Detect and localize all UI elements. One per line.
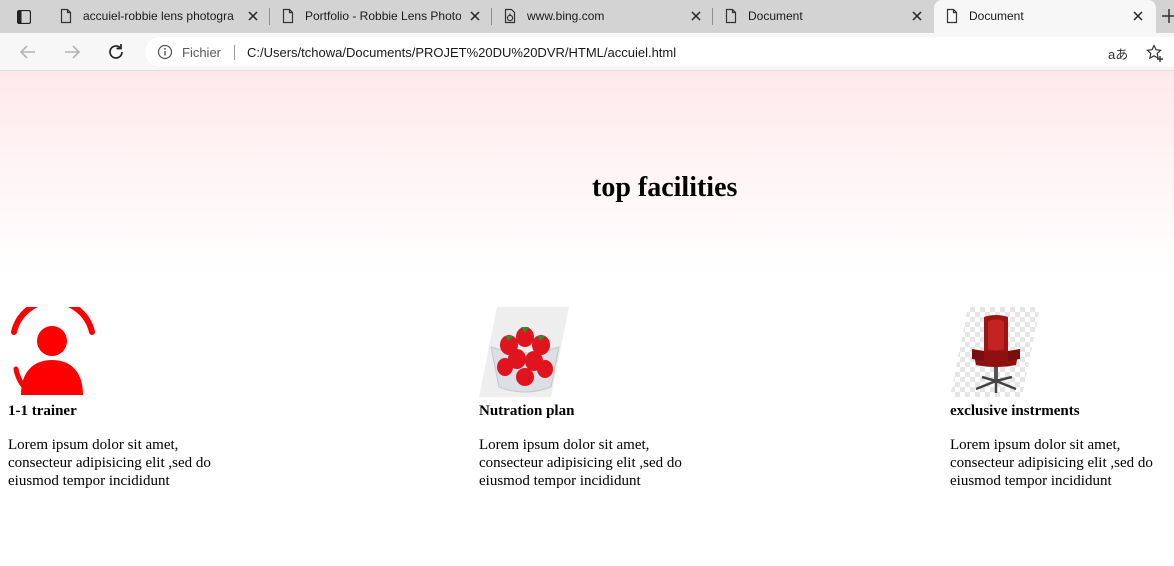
facility-description: Lorem ipsum dolor sit amet, consecteur a… [8, 437, 211, 489]
info-icon[interactable] [157, 44, 173, 60]
bing-icon [504, 8, 516, 24]
tab-5-active[interactable]: Document [934, 0, 1156, 33]
close-icon[interactable] [468, 9, 482, 23]
page-icon [725, 8, 737, 24]
tab-actions-button[interactable] [11, 7, 37, 27]
address-bar[interactable]: Fichier C:/Users/tchowa/Documents/PROJET… [145, 37, 1174, 67]
new-tab-icon[interactable] [1160, 6, 1174, 26]
office-chair-image [950, 307, 1040, 397]
facility-card-instruments: exclusive instrments Lorem ipsum dolor s… [950, 307, 1174, 490]
back-arrow-icon[interactable] [18, 42, 38, 62]
facility-card-nutrition: Nutration plan Lorem ipsum dolor sit ame… [479, 307, 709, 490]
tab-actions-icon [17, 10, 31, 24]
refresh-icon[interactable] [106, 42, 126, 62]
page-title: top facilities [592, 172, 738, 203]
url-text[interactable]: C:/Users/tchowa/Documents/PROJET%20DU%20… [247, 45, 676, 60]
site-info-label[interactable]: Fichier [182, 45, 221, 60]
close-icon[interactable] [246, 9, 260, 23]
facility-description: Lorem ipsum dolor sit amet, consecteur a… [950, 437, 1153, 489]
forward-arrow-icon[interactable] [62, 42, 82, 62]
page-viewport: top facilities 1-1 trainer Lorem ipsum d… [0, 71, 1174, 566]
close-icon[interactable] [1131, 9, 1145, 23]
page-icon [282, 8, 294, 24]
tab-title: accuiel-robbie lens photogra [83, 9, 234, 23]
tab-4[interactable]: Document [713, 0, 934, 33]
close-icon[interactable] [910, 9, 924, 23]
tab-2[interactable]: Portfolio - Robbie Lens Photo [270, 0, 492, 33]
tab-3[interactable]: www.bing.com [492, 0, 713, 33]
tab-title: www.bing.com [527, 9, 605, 23]
page-icon [946, 8, 958, 24]
tab-strip: accuiel-robbie lens photogra Portfolio -… [0, 0, 1174, 33]
strawberries-image [479, 307, 569, 397]
facility-title: Nutration plan [479, 403, 575, 419]
tab-title: Document [969, 9, 1024, 23]
page-icon [60, 8, 72, 24]
tab-title: Document [748, 9, 803, 23]
facility-title: 1-1 trainer [8, 403, 77, 419]
trainer-icon [11, 307, 95, 395]
close-icon[interactable] [689, 9, 703, 23]
address-separator [234, 45, 235, 60]
tab-title: Portfolio - Robbie Lens Photo [305, 9, 461, 23]
facility-card-trainer: 1-1 trainer Lorem ipsum dolor sit amet, … [8, 307, 238, 490]
browser-toolbar: Fichier C:/Users/tchowa/Documents/PROJET… [0, 33, 1174, 71]
facility-description: Lorem ipsum dolor sit amet, consecteur a… [479, 437, 682, 489]
add-favorite-icon[interactable] [1145, 43, 1165, 63]
facility-title: exclusive instrments [950, 403, 1080, 419]
read-aloud-icon[interactable]: aあ [1108, 44, 1128, 63]
tab-1[interactable]: accuiel-robbie lens photogra [48, 0, 270, 33]
